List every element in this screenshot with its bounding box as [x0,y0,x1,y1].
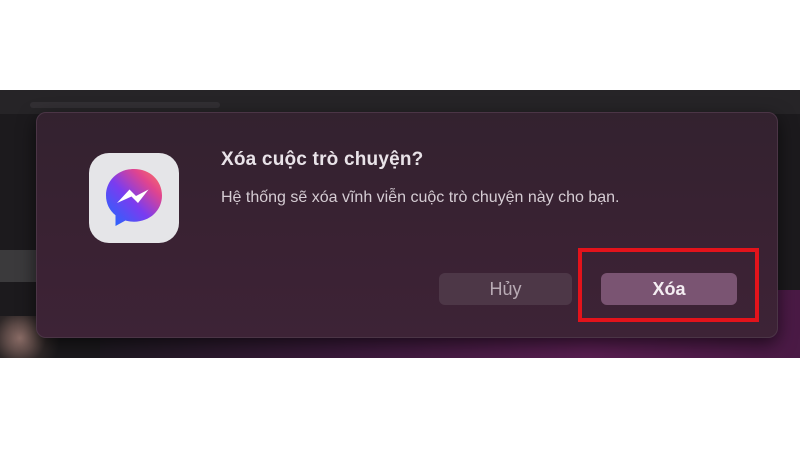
app-background: Xóa cuộc trò chuyện? Hệ thống sẽ xóa vĩn… [0,90,800,358]
cancel-button[interactable]: Hủy [439,273,572,305]
background-toolbar-text [30,102,220,108]
background-sidebar-row [0,250,36,282]
messenger-logo-glyph [106,169,162,226]
background-toolbar [0,90,800,114]
messenger-icon [89,153,179,243]
dialog-message: Hệ thống sẽ xóa vĩnh viễn cuộc trò chuyệ… [221,189,620,206]
delete-conversation-dialog: Xóa cuộc trò chuyện? Hệ thống sẽ xóa vĩn… [36,112,778,338]
dialog-title: Xóa cuộc trò chuyện? [221,149,424,170]
delete-button[interactable]: Xóa [601,273,737,305]
